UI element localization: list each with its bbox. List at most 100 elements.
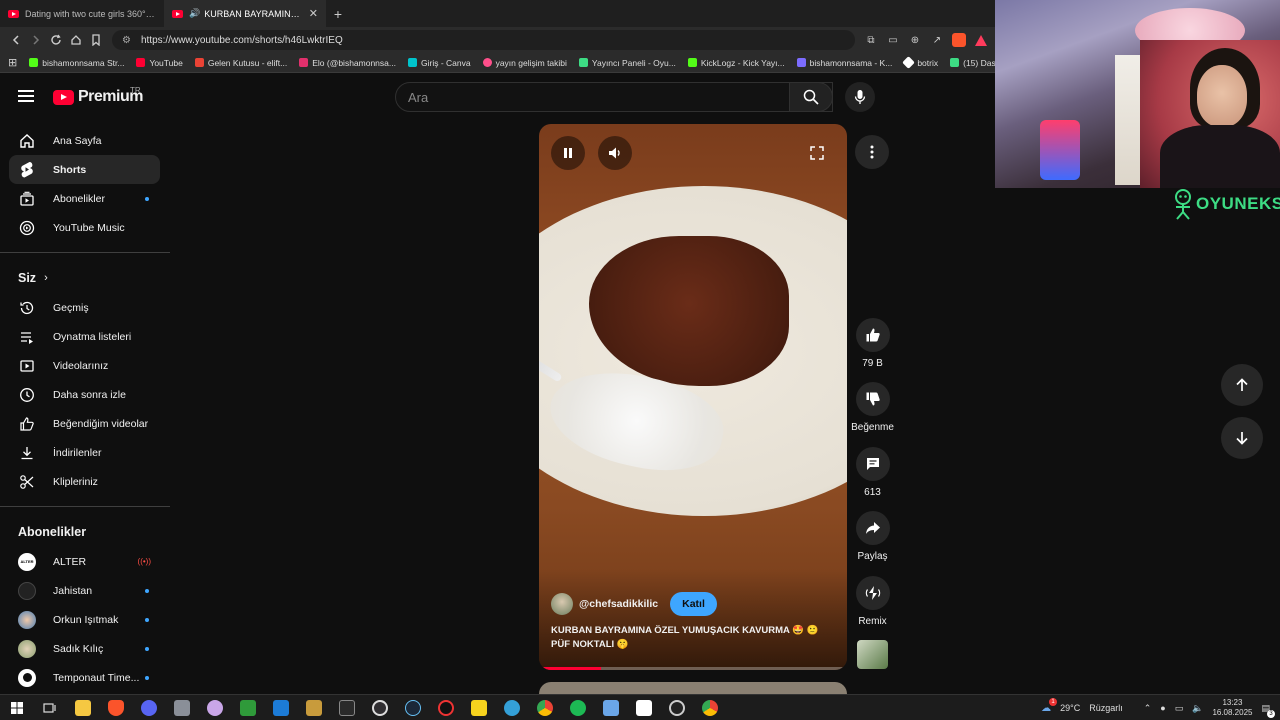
sidebar-item-your-videos[interactable]: Videolarınız <box>9 351 160 380</box>
apps-grid-icon[interactable]: ⊞ <box>8 56 17 69</box>
sidebar-channel-sadik[interactable]: Sadık Kılıç <box>9 634 160 663</box>
sidebar-item-clips[interactable]: Klipleriniz <box>9 467 160 496</box>
remix-button[interactable] <box>855 576 890 610</box>
channel-avatar[interactable] <box>551 593 573 615</box>
next-short-button[interactable] <box>1221 417 1263 459</box>
xbox-icon[interactable] <box>231 695 264 720</box>
search-button[interactable] <box>789 82 833 112</box>
forward-icon[interactable] <box>26 30 46 50</box>
windows-start-icon[interactable] <box>0 695 33 720</box>
clock[interactable]: 13:23 16.08.2025 <box>1212 698 1252 718</box>
chrome-icon[interactable] <box>693 695 726 720</box>
cast-icon[interactable]: ▭ <box>885 32 901 48</box>
bookmark-item[interactable]: Yayıncı Paneli - Oyu... <box>578 58 676 68</box>
steam-icon[interactable] <box>396 695 429 720</box>
pause-button[interactable] <box>551 136 585 170</box>
video-caption[interactable]: KURBAN BAYRAMINA ÖZEL YUMUŞACIK KAVURMA … <box>551 624 841 652</box>
app-icon[interactable] <box>462 695 495 720</box>
like-action[interactable]: 79 B <box>850 318 895 369</box>
comments-action[interactable]: 613 <box>850 447 895 498</box>
brave-shield-icon[interactable] <box>951 32 967 48</box>
new-tab-button[interactable]: + <box>326 0 350 27</box>
browser-tab-1[interactable]: Dating with two cute girls 360°4K - Y <box>0 0 164 27</box>
app-icon[interactable] <box>429 695 462 720</box>
sidebar-channel-temponaut[interactable]: Temponaut Time... <box>9 663 160 692</box>
app-icon[interactable] <box>264 695 297 720</box>
volume-button[interactable] <box>598 136 632 170</box>
notion-icon[interactable] <box>627 695 660 720</box>
back-icon[interactable] <box>6 30 26 50</box>
browser-tab-2[interactable]: 🔊 KURBAN BAYRAMINA ÖZEL Y ✕ <box>164 0 326 27</box>
share-action[interactable]: Paylaş <box>850 511 895 562</box>
obs-icon[interactable] <box>363 695 396 720</box>
bookmark-item[interactable]: bishamonnsama Str... <box>29 58 124 68</box>
bookmark-item[interactable]: Gelen Kutusu - elift... <box>194 58 287 68</box>
menu-icon[interactable] <box>18 90 34 102</box>
volume-icon[interactable]: 🔈 <box>1192 703 1203 714</box>
zoom-icon[interactable]: ⊕ <box>907 32 923 48</box>
sidebar-item-history[interactable]: Geçmiş <box>9 293 160 322</box>
app-icon[interactable] <box>660 695 693 720</box>
bookmark-item[interactable]: Giriş - Canva <box>407 58 471 68</box>
bookmark-item[interactable]: YouTube <box>136 58 183 68</box>
site-settings-icon[interactable]: ⚙ <box>122 35 131 46</box>
edge-icon[interactable] <box>495 695 528 720</box>
extension-icon[interactable]: ⧉ <box>863 32 879 48</box>
sidebar-item-youtube-music[interactable]: YouTube Music <box>9 213 160 242</box>
voice-search-button[interactable] <box>845 82 875 112</box>
sidebar-item-home[interactable]: Ana Sayfa <box>9 126 160 155</box>
sidebar-channel-orkun[interactable]: Orkun Işıtmak <box>9 605 160 634</box>
bookmark-item[interactable]: KickLogz - Kick Yayı... <box>687 58 785 68</box>
search-input[interactable]: Ara <box>395 82 833 112</box>
app-icon[interactable] <box>198 695 231 720</box>
task-view-icon[interactable] <box>33 695 66 720</box>
channel-name[interactable]: @chefsadikkilic <box>579 598 658 610</box>
dislike-action[interactable]: Beğenme <box>850 382 895 433</box>
app-icon[interactable] <box>165 695 198 720</box>
reload-icon[interactable] <box>46 30 66 50</box>
fullscreen-button[interactable] <box>800 136 834 170</box>
notifications-icon[interactable]: ▤ 3 <box>1261 703 1275 718</box>
sidebar-channel-alter[interactable]: ALTER ALTER ((•)) <box>9 547 160 576</box>
home-browser-icon[interactable] <box>66 30 86 50</box>
app-icon[interactable] <box>594 695 627 720</box>
comments-button[interactable] <box>855 447 890 481</box>
progress-bar[interactable] <box>539 667 847 670</box>
remix-action[interactable]: Remix <box>850 576 895 627</box>
chevron-up-icon[interactable]: ⌃ <box>1144 703 1152 714</box>
sidebar-item-watch-later[interactable]: Daha sonra izle <box>9 380 160 409</box>
previous-short-button[interactable] <box>1221 364 1263 406</box>
bookmark-item[interactable]: (15) Dashboard / <box>950 58 995 68</box>
join-button[interactable]: Katıl <box>670 592 717 616</box>
brave-rewards-icon[interactable] <box>973 32 989 48</box>
more-options-button[interactable] <box>855 135 889 169</box>
sidebar-channel-jahistan[interactable]: Jahistan <box>9 576 160 605</box>
share-icon[interactable]: ↗ <box>929 32 945 48</box>
weather-desc[interactable]: Rüzgarlı <box>1089 703 1123 713</box>
spotify-icon[interactable] <box>561 695 594 720</box>
bookmark-item[interactable]: Elo (@bishamonnsa... <box>299 58 396 68</box>
brave-browser-icon[interactable] <box>99 695 132 720</box>
epic-games-icon[interactable] <box>330 695 363 720</box>
close-tab-icon[interactable]: ✕ <box>309 7 318 20</box>
discord-icon[interactable] <box>132 695 165 720</box>
bookmark-item[interactable]: botrix <box>902 56 938 69</box>
sidebar-item-liked-videos[interactable]: Beğendiğim videolar <box>9 409 160 438</box>
bookmark-item[interactable]: yayın gelişim takibi <box>482 58 567 68</box>
address-bar[interactable]: ⚙ https://www.youtube.com/shorts/h46Lwkt… <box>112 30 855 50</box>
sidebar-you-heading[interactable]: Siz › <box>0 263 170 293</box>
file-explorer-icon[interactable] <box>66 695 99 720</box>
weather-icon[interactable]: ☁ 1 <box>1041 697 1058 714</box>
dislike-button[interactable] <box>855 382 890 416</box>
network-icon[interactable]: ▭ <box>1175 703 1184 714</box>
chrome-icon[interactable] <box>528 695 561 720</box>
share-button[interactable] <box>855 511 890 545</box>
like-button[interactable] <box>855 318 890 352</box>
sidebar-item-subscriptions[interactable]: Abonelikler <box>9 184 160 213</box>
sidebar-item-downloads[interactable]: İndirilenler <box>9 438 160 467</box>
sidebar-item-playlists[interactable]: Oynatma listeleri <box>9 322 160 351</box>
weather-temp[interactable]: 29°C <box>1060 703 1080 713</box>
sound-source-thumbnail[interactable] <box>857 640 888 669</box>
sidebar-item-shorts[interactable]: Shorts <box>9 155 160 184</box>
league-icon[interactable] <box>297 695 330 720</box>
